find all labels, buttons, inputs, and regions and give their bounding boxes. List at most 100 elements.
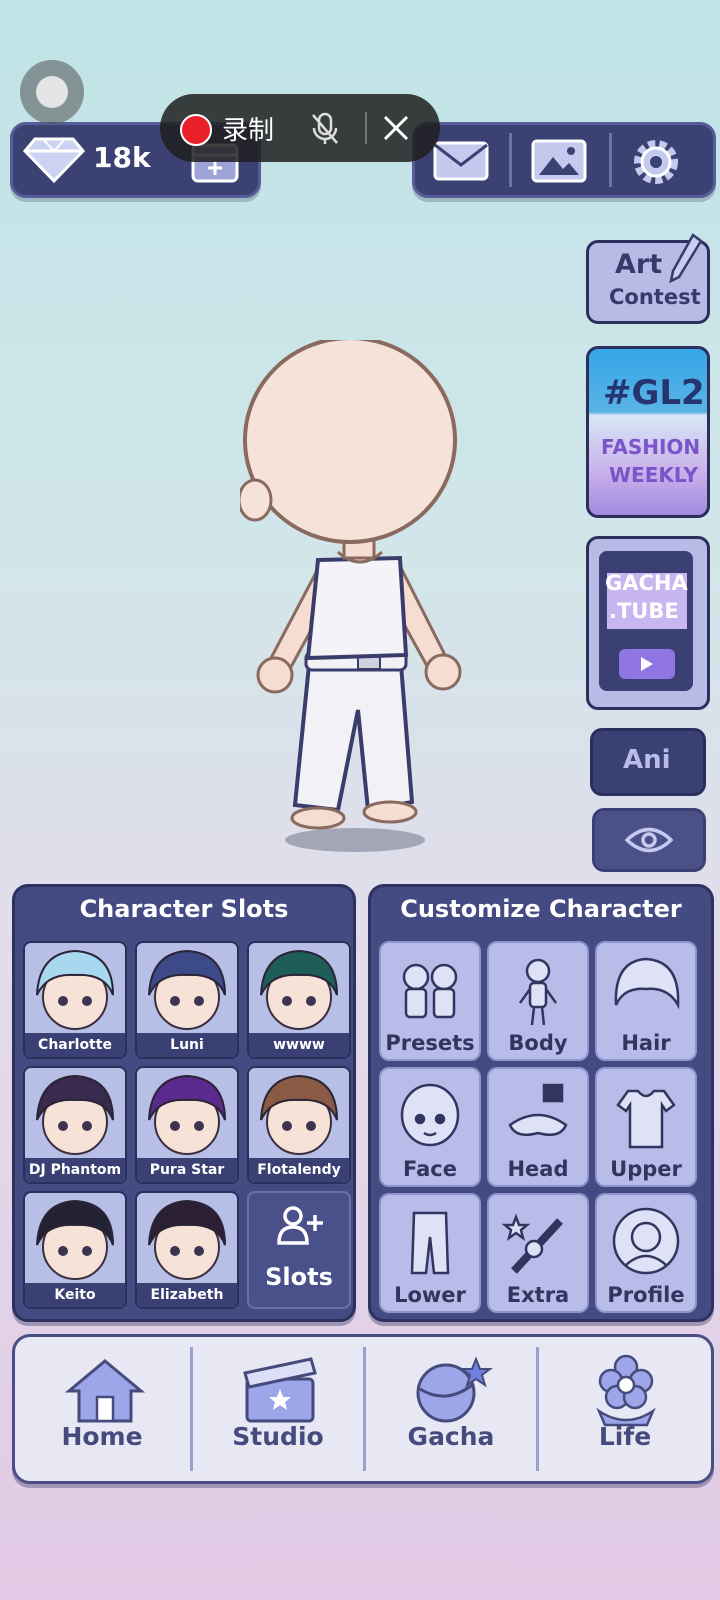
character-slot[interactable]: Flotalendy — [247, 1066, 351, 1184]
presets-icon — [402, 963, 458, 1019]
customize-body-button[interactable]: Body — [487, 941, 589, 1061]
art-contest-label-1: Art — [615, 249, 663, 280]
pencil-icon — [669, 233, 703, 283]
customize-head-button[interactable]: Head — [487, 1067, 589, 1187]
nav-gacha-button[interactable]: Gacha — [366, 1337, 536, 1467]
customize-extra-button[interactable]: Extra — [487, 1193, 589, 1313]
customize-profile-button[interactable]: Profile — [595, 1193, 697, 1313]
close-icon[interactable] — [382, 114, 410, 142]
nav-studio-label: Studio — [232, 1422, 324, 1451]
upper-icon — [616, 1089, 676, 1149]
divider — [609, 133, 612, 187]
ani-label: Ani — [623, 745, 671, 775]
character-portrait-icon — [148, 949, 226, 1030]
bottom-nav: Home Studio Gacha Life — [12, 1334, 714, 1484]
nav-home-label: Home — [61, 1422, 143, 1451]
gear-icon[interactable] — [631, 137, 681, 187]
character-slot[interactable]: Pura Star — [135, 1066, 239, 1184]
character-portrait-icon — [36, 1074, 114, 1155]
nav-studio-button[interactable]: Studio — [193, 1337, 363, 1467]
character-slot-name: Keito — [25, 1283, 125, 1307]
character-slot-name: Flotalendy — [249, 1158, 349, 1182]
customize-label: Lower — [394, 1283, 466, 1307]
head-icon — [508, 1083, 568, 1136]
profile-icon — [612, 1207, 680, 1275]
eye-toggle-button[interactable] — [592, 808, 706, 872]
customize-presets-button[interactable]: Presets — [379, 941, 481, 1061]
customize-character-title: Customize Character — [400, 895, 682, 923]
customize-label: Profile — [607, 1283, 685, 1307]
gem-count: 18k — [93, 141, 151, 174]
ani-button[interactable]: Ani — [590, 728, 706, 796]
customize-character-panel: Customize Character Presets Body Hair Face H… — [368, 884, 714, 1322]
gacha-tube-button[interactable]: GACHA .TUBE — [586, 536, 710, 710]
character-slot-name: wwww — [249, 1033, 349, 1057]
gallery-icon[interactable] — [531, 139, 587, 183]
gl2-tag: #GL2 — [603, 373, 705, 413]
gacha-capsule-icon — [416, 1356, 493, 1423]
character-slots-panel: Character Slots Slots Charlotte Luni wwww D… — [12, 884, 356, 1322]
gl2-line-2: WEEKLY — [609, 463, 698, 487]
character-slot-name: Pura Star — [137, 1158, 237, 1182]
hair-icon — [614, 957, 680, 1010]
character-slot[interactable]: Elizabeth — [135, 1191, 239, 1309]
record-label: 录制 — [222, 116, 275, 146]
customize-label: Head — [507, 1157, 569, 1181]
character-portrait-icon — [260, 949, 338, 1030]
home-icon — [65, 1359, 145, 1423]
add-user-icon — [277, 1206, 323, 1245]
art-contest-label-2: Contest — [609, 285, 701, 309]
character-portrait-icon — [148, 1199, 226, 1280]
screen-recorder-pill: 录制 — [160, 94, 440, 162]
nav-life-button[interactable]: Life — [539, 1337, 711, 1467]
customize-label: Face — [403, 1157, 457, 1181]
flower-icon — [596, 1354, 656, 1427]
art-contest-button[interactable]: Art Contest — [586, 233, 710, 324]
nav-gacha-label: Gacha — [407, 1422, 495, 1451]
customize-lower-button[interactable]: Lower — [379, 1193, 481, 1313]
add-slots-button[interactable]: Slots — [247, 1191, 351, 1309]
gl2-line-1: FASHION — [601, 435, 701, 459]
character-slot-name: Luni — [137, 1033, 237, 1057]
nav-life-label: Life — [598, 1422, 652, 1451]
character-slots-title: Character Slots — [79, 895, 289, 923]
character-slot-name: DJ Phantom — [25, 1158, 125, 1182]
customize-hair-button[interactable]: Hair — [595, 941, 697, 1061]
character-slot[interactable]: wwww — [247, 941, 351, 1059]
character-slot[interactable]: DJ Phantom — [23, 1066, 127, 1184]
face-icon — [400, 1083, 460, 1147]
diamond-icon — [23, 137, 85, 184]
customize-label: Hair — [621, 1031, 671, 1055]
gacha-tube-label-1: GACHA — [605, 571, 688, 595]
character-slot[interactable]: Keito — [23, 1191, 127, 1309]
character-slot[interactable]: Charlotte — [23, 941, 127, 1059]
assistive-touch-button[interactable] — [20, 60, 84, 124]
nav-home-button[interactable]: Home — [15, 1337, 189, 1467]
character-slot-name: Charlotte — [25, 1033, 125, 1057]
top-right-bar — [412, 122, 716, 198]
mic-muted-icon[interactable] — [310, 112, 340, 146]
character-portrait-icon — [260, 1074, 338, 1155]
customize-label: Extra — [506, 1283, 570, 1307]
gacha-tube-label-2: .TUBE — [609, 599, 679, 623]
character-slot[interactable]: Luni — [135, 941, 239, 1059]
customize-upper-button[interactable]: Upper — [595, 1067, 697, 1187]
character-slot-name: Elizabeth — [137, 1283, 237, 1307]
clapperboard-icon — [243, 1357, 317, 1423]
gl2-fashion-weekly-button[interactable]: #GL2 FASHION WEEKLY — [586, 346, 710, 518]
eye-icon — [625, 827, 673, 853]
add-slots-label: Slots — [265, 1263, 333, 1291]
character-portrait-icon — [148, 1074, 226, 1155]
customize-face-button[interactable]: Face — [379, 1067, 481, 1187]
play-icon — [619, 649, 675, 679]
record-indicator-icon — [180, 114, 212, 146]
customize-label: Upper — [610, 1157, 682, 1181]
mail-icon[interactable] — [433, 141, 489, 181]
divider — [509, 133, 512, 187]
character-portrait-icon — [36, 1199, 114, 1280]
character-portrait-icon — [36, 949, 114, 1030]
customize-label: Presets — [385, 1031, 475, 1055]
character-figure[interactable] — [240, 340, 490, 870]
customize-label: Body — [508, 1031, 568, 1055]
extra-icon — [501, 1213, 563, 1274]
